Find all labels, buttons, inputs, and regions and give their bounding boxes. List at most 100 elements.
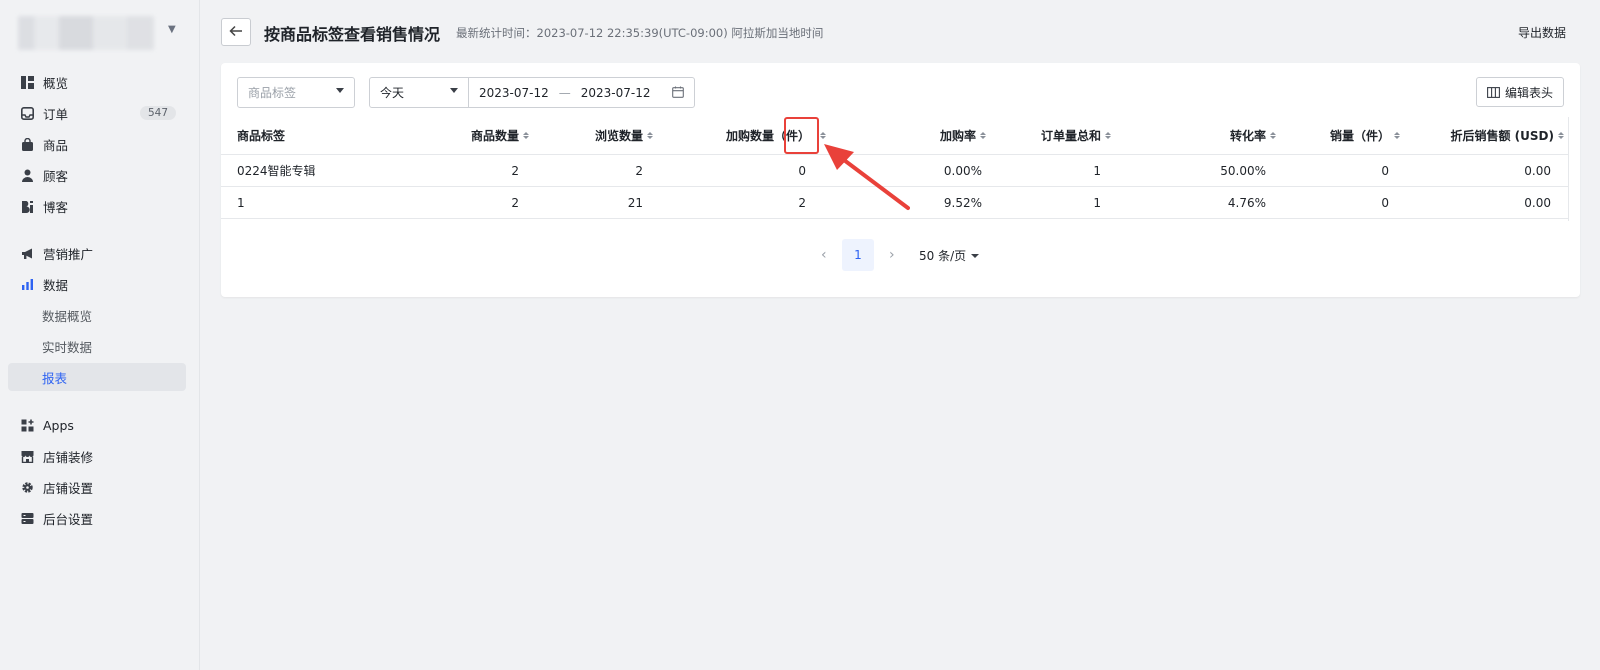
cell-units-sold: 0 [1381, 163, 1389, 178]
cell-product-count: 2 [511, 195, 519, 210]
sidebar-item-label: 后台设置 [43, 511, 94, 527]
date-range-preset-select[interactable]: 今天 [369, 77, 469, 108]
date-range-picker[interactable]: 2023-07-12 — 2023-07-12 [468, 77, 695, 108]
sort-icon[interactable] [647, 132, 653, 139]
table-scrollbar[interactable] [1568, 117, 1580, 221]
sidebar-item-label: 营销推广 [43, 246, 94, 262]
edit-columns-button[interactable]: 编辑表头 [1476, 77, 1564, 107]
end-date: 2023-07-12 [580, 85, 651, 100]
sidebar-item-realtime-data[interactable]: 实时数据 [8, 332, 186, 360]
order-count-badge: 547 [139, 106, 176, 120]
sidebar-item-blog[interactable]: 博客 [8, 192, 186, 220]
sort-icon[interactable] [980, 132, 986, 139]
cell-discounted-sales: 0.00 [1524, 195, 1551, 210]
store-logo [18, 16, 154, 50]
sidebar-item-data-overview[interactable]: 数据概览 [8, 301, 186, 329]
sort-icon[interactable] [1270, 132, 1276, 139]
column-header-label: 商品数量 [470, 129, 519, 143]
page-size-select[interactable]: 50 条/页 [919, 247, 980, 264]
column-header-view-count[interactable]: 浏览数量 [531, 117, 653, 154]
page-title: 按商品标签查看销售情况 [264, 25, 441, 44]
dashboard-icon [20, 75, 34, 89]
page-number-button[interactable]: 1 [842, 239, 874, 271]
export-data-button[interactable]: 导出数据 [1518, 24, 1566, 41]
sort-icon[interactable] [1558, 132, 1564, 139]
annotation-highlight-box [784, 117, 819, 154]
cell-product-tag: 0224智能专辑 [237, 164, 316, 178]
sidebar-item-store-design[interactable]: 店铺装修 [8, 442, 186, 470]
sidebar-item-customers[interactable]: 顾客 [8, 161, 186, 189]
cell-product-tag: 1 [237, 195, 245, 210]
last-updated-text: 最新统计时间：2023-07-12 22:35:39(UTC-09:00) 阿拉… [456, 26, 824, 40]
store-switcher[interactable]: ▼ [18, 14, 178, 52]
product-tag-placeholder: 商品标签 [248, 86, 297, 100]
sidebar-item-label: Apps [43, 417, 74, 433]
server-icon [20, 511, 34, 525]
cell-view-count: 2 [635, 163, 643, 178]
sort-icon[interactable] [523, 132, 529, 139]
store-icon [20, 449, 34, 463]
sidebar-item-label: 概览 [43, 75, 69, 91]
bar-chart-icon [20, 277, 34, 291]
apps-icon [20, 418, 34, 432]
sidebar-item-label: 店铺设置 [43, 480, 94, 496]
column-header-conversion-rate[interactable]: 转化率 [1121, 117, 1276, 154]
gear-icon [20, 480, 34, 494]
cell-discounted-sales: 0.00 [1524, 163, 1551, 178]
sort-icon[interactable] [1105, 132, 1111, 139]
back-button[interactable] [221, 18, 251, 46]
annotation-arrow-icon [824, 144, 910, 210]
column-header-label: 加购率 [939, 129, 976, 143]
column-header-label: 订单量总和 [1040, 129, 1101, 143]
arrow-left-icon [229, 25, 243, 40]
cell-view-count: 21 [627, 195, 643, 210]
cell-order-total: 1 [1093, 195, 1101, 210]
bag-icon [20, 137, 34, 151]
product-tag-select[interactable]: 商品标签 [237, 77, 355, 108]
cell-conversion-rate: 4.76% [1227, 195, 1266, 210]
sidebar-item-label: 订单 [43, 106, 69, 122]
blog-icon [20, 199, 34, 213]
column-header-units-sold[interactable]: 销量（件） [1281, 117, 1400, 154]
next-page-button[interactable]: › [889, 247, 895, 263]
column-header-order-total[interactable]: 订单量总和 [991, 117, 1111, 154]
column-header-label: 浏览数量 [594, 129, 643, 143]
date-separator: — [558, 85, 571, 100]
pagination: ‹ 1 › 50 条/页 [221, 239, 1580, 271]
sidebar-item-marketing[interactable]: 营销推广 [8, 239, 186, 267]
sort-icon[interactable] [820, 132, 826, 139]
cell-product-count: 2 [511, 163, 519, 178]
sidebar-item-label: 实时数据 [42, 339, 93, 355]
sidebar-item-label: 顾客 [43, 168, 69, 184]
columns-icon [1487, 86, 1500, 98]
chevron-down-icon[interactable]: ▼ [168, 24, 176, 35]
date-range-preset-value: 今天 [380, 86, 405, 100]
sidebar-item-reports[interactable]: 报表 [8, 363, 186, 391]
cell-units-sold: 0 [1381, 195, 1389, 210]
caret-down-icon [450, 88, 458, 93]
sort-icon[interactable] [1394, 132, 1400, 139]
sidebar-item-data[interactable]: 数据 [8, 270, 186, 298]
sidebar-item-orders[interactable]: 订单 547 [8, 99, 186, 127]
sidebar-item-store-settings[interactable]: 店铺设置 [8, 473, 186, 501]
column-header-label: 折后销售额 (USD) [1450, 129, 1555, 143]
column-header-discounted-sales[interactable]: 折后销售额 (USD) [1406, 117, 1564, 154]
cell-add-to-cart-count: 2 [798, 195, 806, 210]
sidebar-item-label: 商品 [43, 137, 69, 153]
calendar-icon [672, 86, 684, 101]
column-header-label: 销量（件） [1329, 129, 1390, 143]
sidebar-item-apps[interactable]: Apps [8, 411, 186, 439]
sidebar-item-products[interactable]: 商品 [8, 130, 186, 158]
sidebar-item-overview[interactable]: 概览 [8, 68, 186, 96]
column-header-product-tag: 商品标签 [237, 117, 387, 154]
edit-columns-label: 编辑表头 [1504, 85, 1553, 100]
column-header-label: 商品标签 [237, 129, 286, 143]
start-date: 2023-07-12 [479, 85, 549, 100]
sidebar: ▼ 概览 订单 547 商品 顾客 博客 营销推广 数据 数据概览 实时数据 报… [0, 0, 200, 670]
prev-page-button[interactable]: ‹ [821, 247, 827, 263]
sidebar-item-label: 博客 [43, 199, 69, 215]
user-icon [20, 168, 34, 182]
sidebar-item-label: 报表 [42, 370, 68, 386]
sidebar-item-admin-settings[interactable]: 后台设置 [8, 504, 186, 532]
column-header-product-count[interactable]: 商品数量 [401, 117, 529, 154]
